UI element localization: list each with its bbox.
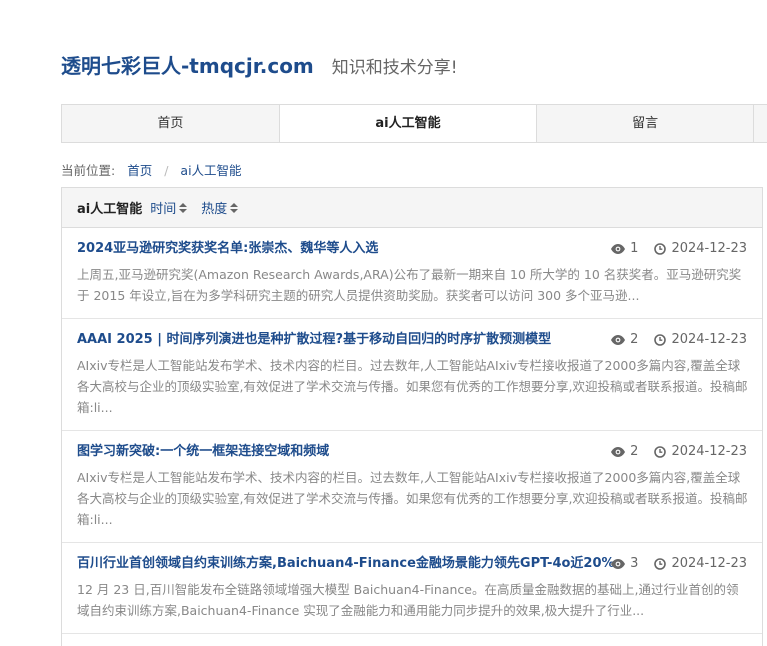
breadcrumb-current[interactable]: ai人工智能 — [180, 163, 241, 178]
article-panel: ai人工智能 时间 热度 2024亚马逊研究奖获奖名单:张崇杰、魏华等人入选 1… — [61, 187, 763, 646]
list-item: 2024亚马逊研究奖获奖名单:张崇杰、魏华等人入选 1 2024-12-23 上… — [62, 228, 762, 319]
list-item: 百川行业首创领域自约束训练方案,Baichuan4-Finance金融场景能力领… — [62, 543, 762, 634]
article-meta: 1 2024-12-23 — [611, 241, 747, 256]
article-title[interactable]: 图学习新突破:一个统一框架连接空域和频域 — [77, 443, 617, 461]
breadcrumb: 当前位置: 首页 / ai人工智能 — [61, 160, 242, 179]
article-summary: 12 月 23 日,百川智能发布全链路领域增强大模型 Baichuan4-Fin… — [77, 582, 739, 618]
main-nav: 首页 ai人工智能 留言 — [61, 104, 767, 143]
publish-date: 2024-12-23 — [654, 241, 747, 256]
site-header: 透明七彩巨人-tmqcjr.com 知识和技术分享! — [61, 50, 458, 79]
article-summary: AIxiv专栏是人工智能站发布学术、技术内容的栏目。过去数年,人工智能站AIxi… — [77, 470, 748, 527]
view-count: 3 — [611, 556, 638, 571]
article-summary: 上周五,亚马逊研究奖(Amazon Research Awards,ARA)公布… — [77, 267, 742, 303]
publish-date-value: 2024-12-23 — [671, 556, 747, 571]
article-meta: 2 2024-12-23 — [611, 444, 747, 459]
nav-item-ai[interactable]: ai人工智能 — [279, 105, 538, 142]
eye-icon — [611, 446, 626, 457]
publish-date: 2024-12-23 — [654, 332, 747, 347]
sort-by-hot[interactable]: 热度 — [201, 198, 239, 217]
view-count-value: 3 — [630, 556, 639, 571]
article-meta: 3 2024-12-23 — [611, 556, 747, 571]
nav-item-home[interactable]: 首页 — [62, 105, 280, 142]
breadcrumb-home[interactable]: 首页 — [127, 163, 152, 178]
breadcrumb-separator: / — [164, 163, 169, 178]
publish-date-value: 2024-12-23 — [671, 241, 747, 256]
nav-item-more[interactable] — [754, 105, 767, 142]
panel-title: ai人工智能 — [77, 202, 143, 217]
panel-header: ai人工智能 时间 热度 — [62, 188, 762, 228]
eye-icon — [611, 558, 626, 569]
article-summary: AIxiv专栏是人工智能站发布学术、技术内容的栏目。过去数年,人工智能站AIxi… — [77, 358, 748, 415]
site-slogan: 知识和技术分享! — [331, 58, 458, 78]
nav-item-message[interactable]: 留言 — [537, 105, 755, 142]
publish-date: 2024-12-23 — [654, 444, 747, 459]
eye-icon — [611, 243, 626, 254]
sort-caret-icon — [230, 202, 239, 213]
view-count: 2 — [611, 444, 638, 459]
breadcrumb-prefix: 当前位置: — [61, 163, 116, 178]
sort-by-time[interactable]: 时间 — [150, 198, 188, 217]
sort-hot-label: 热度 — [201, 202, 228, 217]
clock-icon — [654, 557, 667, 570]
view-count: 1 — [611, 241, 638, 256]
article-title[interactable]: 百川行业首创领域自约束训练方案,Baichuan4-Finance金融场景能力领… — [77, 555, 617, 573]
article-title[interactable]: AAAI 2025 | 时间序列演进也是种扩散过程?基于移动自回归的时序扩散预测… — [77, 331, 617, 349]
clock-icon — [654, 242, 667, 255]
list-item: 图学习新突破:一个统一框架连接空域和频域 2 2024-12-23 AIxiv专… — [62, 431, 762, 543]
article-meta: 2 2024-12-23 — [611, 332, 747, 347]
view-count-value: 1 — [630, 241, 639, 256]
clock-icon — [654, 445, 667, 458]
sort-time-label: 时间 — [150, 202, 177, 217]
publish-date-value: 2024-12-23 — [671, 332, 747, 347]
view-count: 2 — [611, 332, 638, 347]
clock-icon — [654, 333, 667, 346]
view-count-value: 2 — [630, 444, 639, 459]
list-item: AAAI 2025 | 时间序列演进也是种扩散过程?基于移动自回归的时序扩散预测… — [62, 319, 762, 431]
sort-caret-icon — [179, 202, 188, 213]
publish-date-value: 2024-12-23 — [671, 444, 747, 459]
publish-date: 2024-12-23 — [654, 556, 747, 571]
view-count-value: 2 — [630, 332, 639, 347]
site-title[interactable]: 透明七彩巨人-tmqcjr.com — [61, 50, 314, 79]
eye-icon — [611, 334, 626, 345]
article-title[interactable]: 2024亚马逊研究奖获奖名单:张崇杰、魏华等人入选 — [77, 240, 617, 258]
